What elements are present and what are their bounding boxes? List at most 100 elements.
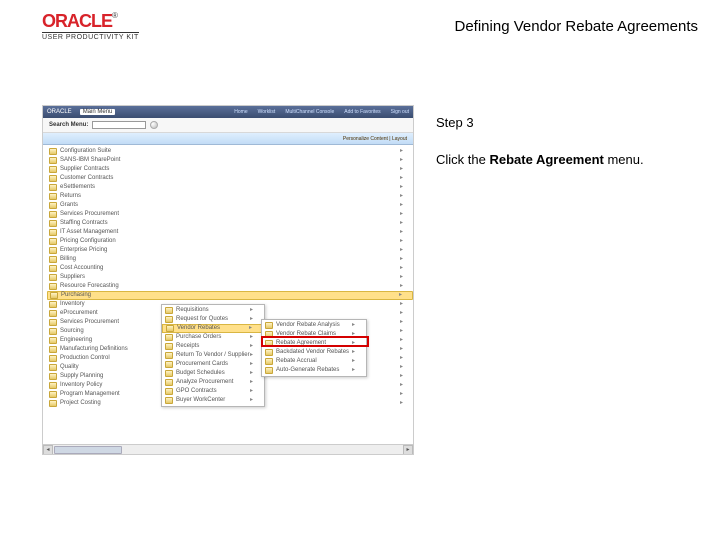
folder-icon (49, 256, 57, 263)
folder-icon (165, 343, 173, 350)
nav-mcc[interactable]: MultiChannel Console (285, 109, 334, 115)
menu-item[interactable]: Supplier Contracts▸ (49, 165, 411, 174)
menu-label: Returns (60, 192, 81, 201)
chevron-right-icon: ▸ (400, 210, 411, 219)
folder-icon (49, 247, 57, 254)
menu-label: Grants (60, 201, 78, 210)
menu-item[interactable]: Vendor Rebate Claims▸ (262, 330, 366, 339)
main-menu-button[interactable]: Main Menu (80, 109, 116, 115)
menu-item[interactable]: Customer Contracts ▸ (49, 174, 411, 183)
folder-icon (49, 184, 57, 191)
chevron-right-icon: ▸ (250, 378, 261, 387)
chevron-right-icon: ▸ (250, 360, 261, 369)
submenu2-item-rebate-agreement[interactable]: Rebate Agreement ▸ (262, 339, 366, 348)
menu-item[interactable]: Suppliers▸ (49, 273, 411, 282)
chevron-right-icon: ▸ (400, 300, 411, 309)
horizontal-scrollbar[interactable]: ◂ ▸ (43, 444, 413, 454)
chevron-right-icon: ▸ (250, 342, 261, 351)
menu-label: Manufacturing Definitions (60, 345, 128, 354)
search-input[interactable] (92, 121, 146, 129)
menu-label: Customer Contracts (60, 174, 113, 183)
nav-fav[interactable]: Add to Favorites (344, 109, 380, 115)
search-go-button[interactable] (150, 121, 158, 129)
menu-item[interactable]: Requisitions▸ (162, 306, 264, 315)
menu-item[interactable]: eSettlements▸ (49, 183, 411, 192)
folder-icon (165, 388, 173, 395)
menu-item[interactable]: Cost Accounting▸ (49, 264, 411, 273)
folder-icon (165, 334, 173, 341)
app-logo: ORACLE (47, 109, 72, 115)
scroll-thumb[interactable] (54, 446, 122, 454)
folder-icon (49, 301, 57, 308)
brand-block: ORACLE® USER PRODUCTIVITY KIT (42, 12, 139, 41)
folder-icon (49, 364, 57, 371)
menu-item[interactable]: Resource Forecasting▸ (49, 282, 411, 291)
menu-item[interactable]: Receipts▸ (162, 342, 264, 351)
chevron-right-icon: ▸ (250, 396, 261, 405)
folder-icon (49, 400, 57, 407)
menu-item[interactable]: Staffing Contracts▸ (49, 219, 411, 228)
menu-item[interactable]: Vendor Rebate Analysis▸ (262, 321, 366, 330)
chevron-right-icon: ▸ (400, 228, 411, 237)
menu-label: Production Control (60, 354, 110, 363)
menu-label: Requisitions (176, 306, 209, 315)
menu-item[interactable]: Budget Schedules▸ (162, 369, 264, 378)
menu-item[interactable]: Configuration Suite▸ (49, 147, 411, 156)
chevron-right-icon: ▸ (400, 174, 411, 183)
menu-item[interactable]: Backdated Vendor Rebates▸ (262, 348, 366, 357)
chevron-right-icon: ▸ (400, 246, 411, 255)
folder-icon (49, 274, 57, 281)
chevron-right-icon: ▸ (399, 291, 410, 300)
chevron-right-icon: ▸ (400, 201, 411, 210)
chevron-right-icon: ▸ (400, 363, 411, 372)
menu-item[interactable]: Analyze Procurement▸ (162, 378, 264, 387)
chevron-right-icon: ▸ (250, 351, 261, 360)
search-label: Search Menu: (49, 122, 88, 128)
menu-item[interactable]: Request for Quotes▸ (162, 315, 264, 324)
chevron-right-icon: ▸ (352, 339, 363, 348)
menu-item[interactable]: Enterprise Pricing ▸ (49, 246, 411, 255)
nav-home[interactable]: Home (234, 109, 247, 115)
menu-item[interactable]: Procurement Cards ▸ (162, 360, 264, 369)
chevron-right-icon: ▸ (250, 333, 261, 342)
menu-label: Services Procurement (60, 318, 119, 327)
menu-item[interactable]: GPO Contracts▸ (162, 387, 264, 396)
menu-label: Program Management (60, 390, 120, 399)
menu-label: Procurement Cards (176, 360, 228, 369)
nav-signout[interactable]: Sign out (391, 109, 409, 115)
folder-icon (50, 292, 58, 299)
menu-item[interactable]: Services Procurement▸ (49, 210, 411, 219)
menu-label: Inventory (60, 300, 85, 309)
nav-worklist[interactable]: Worklist (258, 109, 276, 115)
scroll-right-button[interactable]: ▸ (403, 445, 413, 455)
menu-item[interactable]: Billing▸ (49, 255, 411, 264)
menu-item[interactable]: Grants ▸ (49, 201, 411, 210)
menu-label: eProcurement (60, 309, 98, 318)
folder-icon (165, 316, 173, 323)
submenu-item-vendor-rebates[interactable]: Vendor Rebates ▸ (162, 324, 264, 333)
menu-item[interactable]: Returns▸ (49, 192, 411, 201)
folder-icon (49, 310, 57, 317)
submenu-purchasing: Requisitions▸Request for Quotes▸ Vendor … (161, 304, 265, 407)
menu-label: Cost Accounting (60, 264, 103, 273)
menu-item[interactable]: Purchase Orders▸ (162, 333, 264, 342)
scroll-left-button[interactable]: ◂ (43, 445, 53, 455)
folder-icon (265, 349, 273, 356)
menu-item[interactable]: Rebate Accrual▸ (262, 357, 366, 366)
menu-item[interactable]: Pricing Configuration ▸ (49, 237, 411, 246)
personalize-link[interactable]: Personalize Content | Layout (343, 136, 407, 142)
menu-label: Vendor Rebate Analysis (276, 321, 340, 330)
menu-item[interactable]: IT Asset Management▸ (49, 228, 411, 237)
chevron-right-icon: ▸ (400, 237, 411, 246)
menu-item-purchasing[interactable]: Purchasing ▸ (47, 291, 413, 300)
menu-label: Enterprise Pricing (60, 246, 107, 255)
menu-label: Pricing Configuration (60, 237, 116, 246)
folder-icon (49, 265, 57, 272)
menu-item[interactable]: Buyer WorkCenter ▸ (162, 396, 264, 405)
chevron-right-icon: ▸ (250, 387, 261, 396)
menu-item[interactable]: Return To Vendor / Supplier▸ (162, 351, 264, 360)
menu-label: Buyer WorkCenter (176, 396, 225, 405)
search-row: Search Menu: (43, 118, 413, 133)
menu-item[interactable]: Auto-Generate Rebates▸ (262, 366, 366, 375)
menu-item[interactable]: SANS-IBM SharePoint▸ (49, 156, 411, 165)
